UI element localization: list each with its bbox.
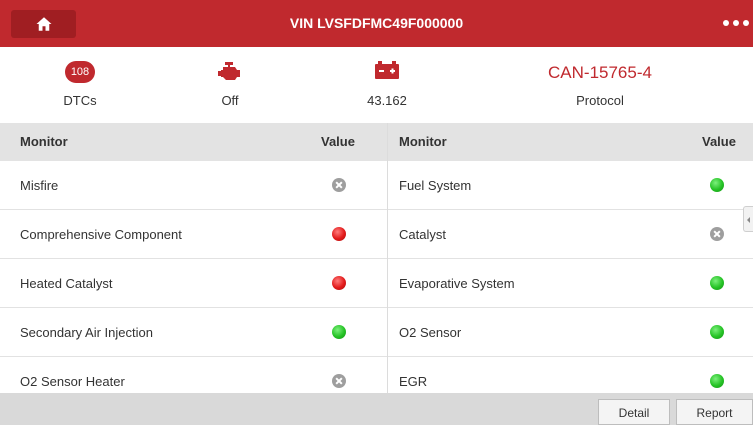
dtc-summary: 108 DTCs [30, 47, 130, 123]
status-incomplete-icon [332, 227, 346, 241]
table-header: Monitor Value Monitor Value [0, 123, 753, 161]
table-row: Secondary Air Injection O2 Sensor [0, 308, 753, 357]
readiness-monitor-table[interactable]: Monitor Value Monitor Value Misfire Fuel… [0, 123, 753, 406]
monitor-name: Misfire [20, 178, 59, 193]
protocol-label: Protocol [576, 93, 624, 108]
status-complete-icon [710, 276, 724, 290]
monitor-name: Comprehensive Component [20, 227, 182, 242]
battery-summary: 43.162 [337, 47, 437, 123]
monitor-header-right: Monitor [399, 134, 447, 149]
detail-button[interactable]: Detail [598, 399, 670, 425]
value-header-left: Value [321, 134, 355, 149]
status-not-supported-icon [710, 227, 724, 241]
status-complete-icon [332, 325, 346, 339]
vehicle-summary: 108 DTCs Off 43.162 CAN-15765-4 Protocol [0, 47, 753, 123]
battery-icon [375, 61, 399, 79]
engine-icon [218, 62, 240, 80]
table-row: Misfire Fuel System [0, 161, 753, 210]
monitor-name: Fuel System [399, 178, 472, 193]
monitor-name: Catalyst [399, 227, 446, 242]
status-incomplete-icon [332, 276, 346, 290]
engine-status: Off [221, 93, 239, 108]
more-dots-icon [723, 20, 729, 26]
monitor-name: O2 Sensor [399, 325, 462, 340]
column-divider [387, 123, 388, 393]
status-not-supported-icon [332, 178, 346, 192]
more-options-button[interactable] [723, 20, 753, 28]
monitor-header-left: Monitor [20, 134, 68, 149]
battery-voltage: 43.162 [367, 93, 407, 108]
vin-title: VIN LVSFDFMC49F000000 [289, 15, 464, 31]
status-complete-icon [710, 178, 724, 192]
status-complete-icon [710, 325, 724, 339]
value-header-right: Value [702, 134, 736, 149]
table-row: Comprehensive Component Catalyst [0, 210, 753, 259]
monitor-name: Evaporative System [399, 276, 515, 291]
protocol-value: CAN-15765-4 [548, 63, 652, 82]
monitor-name: Secondary Air Injection [20, 325, 153, 340]
bottom-toolbar: Detail Report [0, 393, 753, 425]
status-not-supported-icon [332, 374, 346, 388]
engine-summary: Off [180, 47, 280, 123]
protocol-summary: CAN-15765-4 Protocol [530, 47, 670, 123]
status-complete-icon [710, 374, 724, 388]
dtc-label: DTCs [63, 93, 97, 108]
dtc-count-badge: 108 [65, 61, 95, 83]
monitor-name: Heated Catalyst [20, 276, 113, 291]
report-button[interactable]: Report [676, 399, 753, 425]
top-bar: VIN LVSFDFMC49F000000 [0, 0, 753, 47]
side-drawer-handle[interactable] [743, 206, 753, 232]
table-row: Heated Catalyst Evaporative System [0, 259, 753, 308]
